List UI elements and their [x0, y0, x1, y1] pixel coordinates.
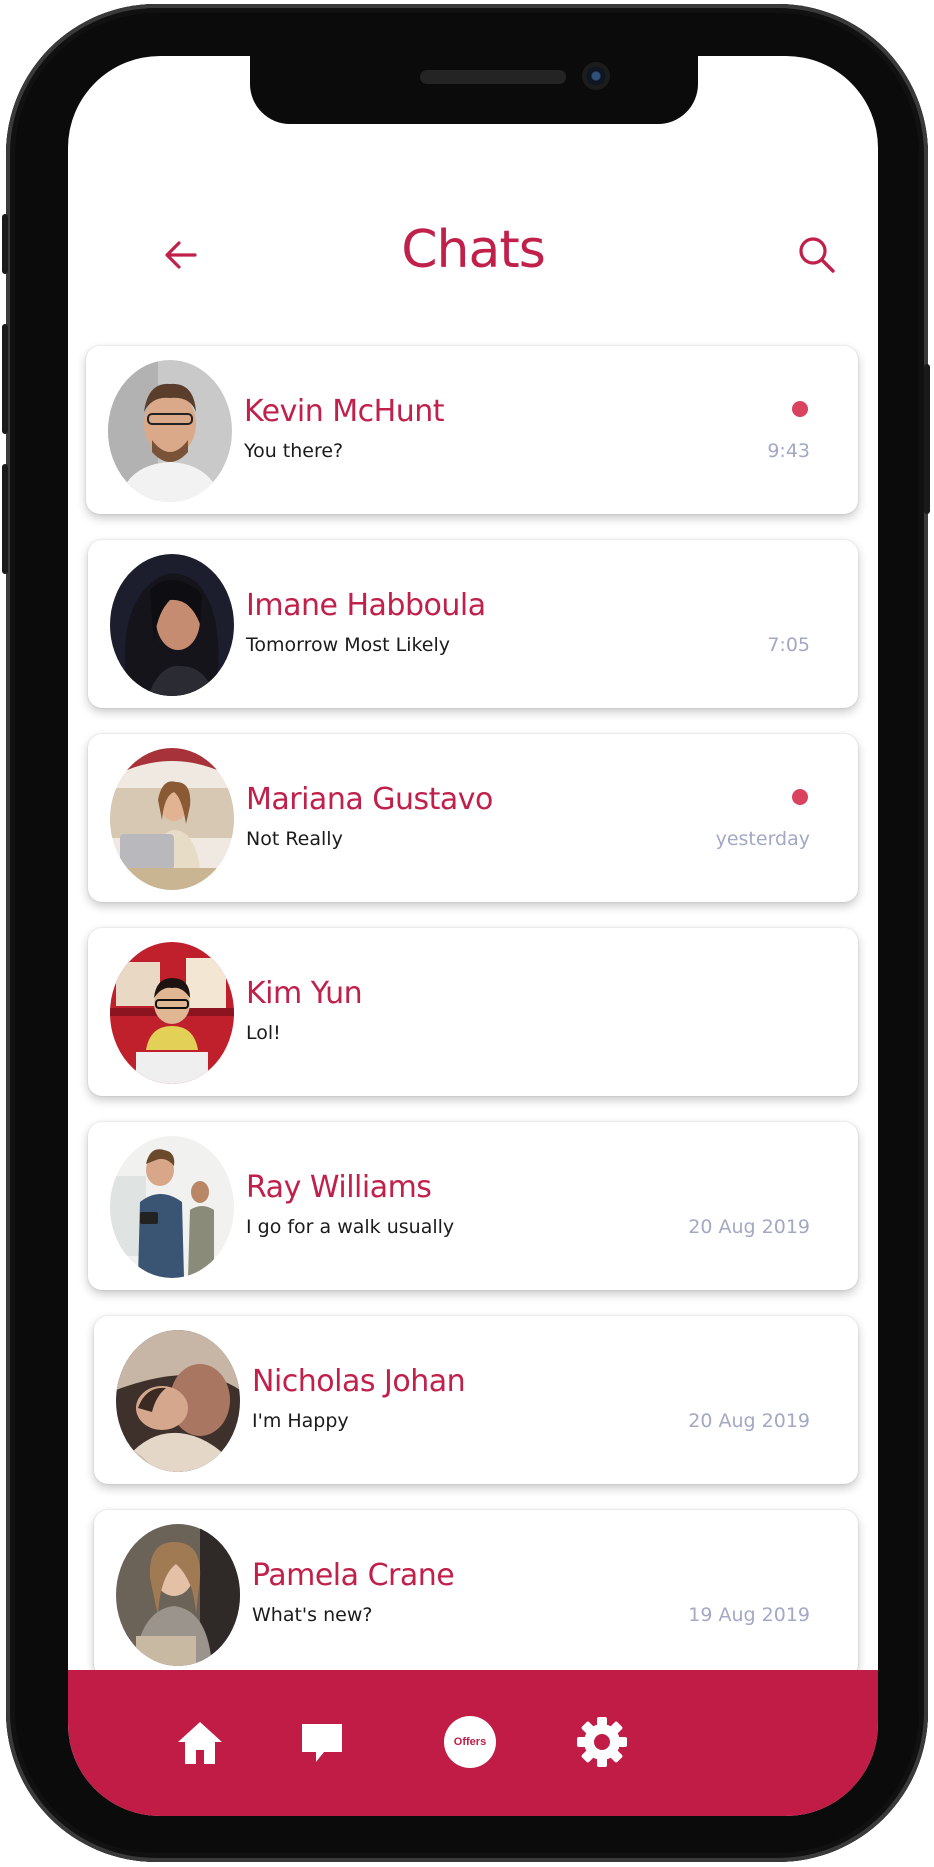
- chat-item[interactable]: Mariana Gustavo Not Really yesterday: [88, 734, 858, 902]
- chat-item[interactable]: Kevin McHunt You there? 9:43: [86, 346, 858, 514]
- avatar: [110, 554, 234, 696]
- avatar: [116, 1524, 240, 1666]
- chat-name: Kevin McHunt: [244, 394, 445, 429]
- chat-last-message: You there?: [244, 440, 344, 462]
- chat-item[interactable]: Kim Yun Lol!: [88, 928, 858, 1096]
- chat-name: Imane Habboula: [246, 588, 486, 623]
- avatar: [110, 748, 234, 890]
- chat-bubble-icon: [302, 1724, 342, 1762]
- front-camera: [582, 62, 610, 90]
- unread-indicator: [792, 789, 808, 805]
- bottom-navigation: Offers: [68, 1670, 878, 1816]
- app-screen: Chats Kevin McHunt You there? 9:43 Imane…: [68, 56, 878, 1816]
- search-button[interactable]: [792, 230, 842, 280]
- chat-time: 20 Aug 2019: [688, 1216, 810, 1238]
- notch: [250, 56, 698, 124]
- avatar: [108, 360, 232, 502]
- avatar: [116, 1330, 240, 1472]
- chat-last-message: Not Really: [246, 828, 343, 850]
- chat-last-message: Tomorrow Most Likely: [246, 634, 451, 656]
- home-icon: [178, 1722, 222, 1764]
- chat-time: 9:43: [767, 440, 810, 462]
- phone-frame: Chats Kevin McHunt You there? 9:43 Imane…: [2, 4, 930, 1862]
- phone-side-button: [2, 214, 8, 274]
- chat-time: 19 Aug 2019: [688, 1604, 810, 1626]
- chat-name: Ray Williams: [246, 1170, 432, 1205]
- page-title: Chats: [401, 220, 546, 280]
- chat-name: Kim Yun: [246, 976, 363, 1011]
- chat-name: Mariana Gustavo: [246, 782, 493, 817]
- nav-chats[interactable]: [292, 1712, 352, 1772]
- chat-last-message: I'm Happy: [252, 1410, 349, 1432]
- chat-last-message: What's new?: [252, 1604, 373, 1626]
- header: Chats: [68, 216, 878, 296]
- chat-item[interactable]: Ray Williams I go for a walk usually 20 …: [88, 1122, 858, 1290]
- avatar: [110, 942, 234, 1084]
- unread-indicator: [792, 401, 808, 417]
- search-icon: [799, 237, 835, 273]
- chat-time: 7:05: [767, 634, 810, 656]
- chat-item[interactable]: Nicholas Johan I'm Happy 20 Aug 2019: [94, 1316, 858, 1484]
- chat-item[interactable]: Pamela Crane What's new? 19 Aug 2019: [94, 1510, 858, 1678]
- chat-name: Nicholas Johan: [252, 1364, 466, 1399]
- phone-side-button: [2, 324, 8, 434]
- chat-time: 20 Aug 2019: [688, 1410, 810, 1432]
- speaker-grille: [420, 70, 566, 84]
- nav-offers[interactable]: Offers: [440, 1712, 500, 1772]
- phone-side-button: [924, 364, 930, 514]
- phone-side-button: [2, 464, 8, 574]
- chat-last-message: I go for a walk usually: [246, 1216, 455, 1238]
- chat-name: Pamela Crane: [252, 1558, 455, 1593]
- offers-label: Offers: [444, 1716, 496, 1768]
- chat-item[interactable]: Imane Habboula Tomorrow Most Likely 7:05: [88, 540, 858, 708]
- nav-settings[interactable]: [572, 1712, 632, 1772]
- chat-last-message: Lol!: [246, 1022, 281, 1044]
- chat-time: yesterday: [715, 828, 810, 850]
- gear-icon: [577, 1717, 627, 1767]
- nav-home[interactable]: [170, 1712, 230, 1772]
- avatar: [110, 1136, 234, 1278]
